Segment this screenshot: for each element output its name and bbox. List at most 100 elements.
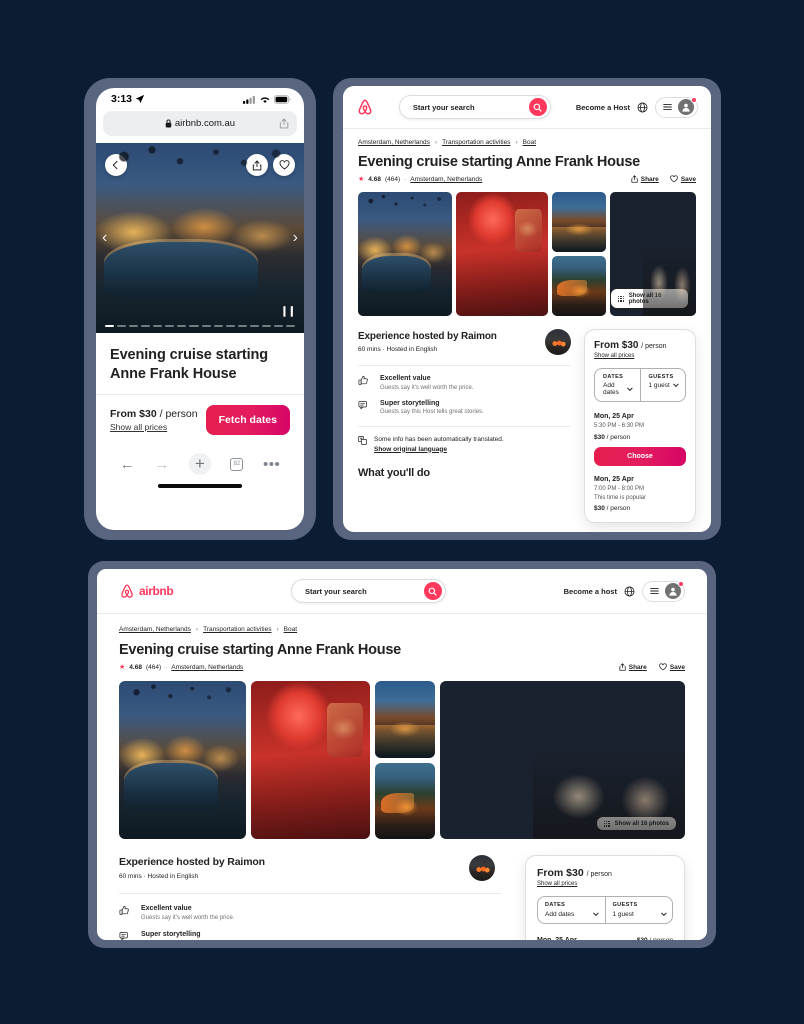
share-icon [619, 663, 626, 671]
guests-field[interactable]: GUESTS 1 guest [639, 369, 686, 401]
cellular-signal-icon [243, 95, 255, 104]
desktop-booking-card: From $30 / person Show all prices DATES … [525, 855, 685, 940]
show-all-photos-button[interactable]: Show all 16 photos [595, 816, 677, 831]
breadcrumb-item-0[interactable]: Amsterdam, Netherlands [358, 139, 430, 146]
heart-icon [279, 160, 289, 170]
search-icon[interactable] [423, 582, 442, 600]
breadcrumb-separator: › [195, 626, 199, 633]
host-heading: Experience hosted by Raimon [358, 331, 497, 342]
guests-field[interactable]: GUESTS 1 guest [604, 897, 673, 923]
choose-button[interactable]: Choose [594, 447, 686, 466]
hamburger-menu-icon [650, 587, 659, 595]
desktop-search-bar[interactable]: Start your search [290, 579, 446, 603]
grid-icon [603, 820, 610, 827]
desktop-logo[interactable]: airbnb [119, 583, 174, 600]
desktop-share-button[interactable]: Share [619, 663, 647, 671]
tablet-become-host-link[interactable]: Become a Host [576, 103, 630, 112]
carousel-prev-icon[interactable]: ‹ [102, 229, 107, 247]
tablet-search-placeholder: Start your search [412, 102, 475, 112]
phone-url-text: airbnb.com.au [174, 118, 236, 129]
search-icon[interactable] [528, 98, 547, 116]
plus-icon[interactable]: + [188, 453, 211, 476]
phone-back-button[interactable] [105, 154, 127, 176]
airbnb-logo-icon[interactable] [356, 98, 374, 117]
thumbs-up-icon [358, 375, 368, 385]
phone-price-cta-bar: From $30 / person Show all prices Fetch … [96, 395, 304, 445]
breadcrumb-item-1[interactable]: Transportation activities [203, 626, 271, 633]
rating-value: 4.68 [129, 663, 142, 671]
breadcrumb-separator: › [276, 626, 279, 633]
gallery-photo-5[interactable]: Show all 16 photos [440, 681, 685, 839]
show-all-prices-link[interactable]: Show all prices [594, 353, 686, 359]
forward-arrow-icon[interactable]: → [154, 456, 169, 473]
carousel-next-icon[interactable]: › [293, 229, 298, 247]
back-arrow-icon[interactable]: ← [120, 456, 135, 473]
host-avatar-icon[interactable] [469, 855, 495, 881]
highlight-title: Super storytelling [141, 931, 201, 938]
dates-field[interactable]: DATES Add dates [595, 369, 640, 401]
notification-dot [691, 96, 697, 103]
slot-price-unit: / person [606, 434, 631, 441]
location-arrow-icon [135, 94, 145, 104]
rating-location[interactable]: Amsterdam, Netherlands [410, 176, 482, 183]
desktop-screen: airbnb Start your search Become a host A… [97, 569, 707, 940]
desktop-save-button[interactable]: Save [659, 663, 685, 671]
rating-location[interactable]: Amsterdam, Netherlands [171, 664, 243, 671]
desktop-breadcrumb: Amsterdam, Netherlands › Transportation … [119, 626, 685, 633]
fetch-dates-button[interactable]: Fetch dates [205, 405, 290, 436]
gallery-photo-2[interactable] [456, 192, 548, 316]
gallery-photo-4[interactable] [375, 762, 435, 839]
globe-icon[interactable] [624, 586, 635, 597]
phone-share-button[interactable] [246, 154, 268, 176]
breadcrumb-item-0[interactable]: Amsterdam, Netherlands [119, 626, 191, 633]
chevron-down-icon [592, 910, 600, 917]
desktop-become-host-link[interactable]: Become a host [564, 587, 617, 596]
globe-icon[interactable] [637, 102, 648, 113]
booking-price-unit: / person [641, 343, 667, 350]
breadcrumb-item-2[interactable]: Boat [523, 139, 536, 146]
show-all-photos-button[interactable]: Show all 16 photos [610, 288, 689, 309]
thumbs-up-icon [119, 905, 129, 915]
phone-address-bar[interactable]: airbnb.com.au [103, 111, 297, 136]
translate-icon [358, 436, 367, 445]
desktop-profile-menu[interactable] [641, 580, 685, 602]
phone-price-block: From $30 / person Show all prices [110, 408, 198, 432]
show-all-prices-link[interactable]: Show all prices [537, 881, 673, 887]
tablet-profile-menu[interactable] [655, 96, 698, 118]
tablet-section-heading: What you'll do [358, 466, 430, 479]
guests-value: 1 guest [612, 910, 634, 918]
breadcrumb-item-2[interactable]: Boat [284, 626, 297, 633]
breadcrumb-item-1[interactable]: Transportation activities [442, 139, 510, 146]
gallery-photo-4[interactable] [552, 256, 606, 316]
gallery-photo-1[interactable] [119, 681, 246, 839]
phone-home-indicator [158, 484, 242, 489]
pause-icon[interactable]: ❙❙ [280, 306, 296, 317]
slot-time: 5:30 PM - 6:30 PM [594, 423, 645, 429]
more-options-icon[interactable]: ••• [263, 456, 280, 473]
phone-show-all-prices-link[interactable]: Show all prices [110, 422, 198, 432]
show-all-photos-label: Show all 16 photos [614, 820, 669, 827]
highlight-title: Excellent value [141, 905, 192, 912]
booking-price-amount: $30 [566, 867, 584, 879]
show-original-language-link[interactable]: Show original language [374, 446, 504, 453]
gallery-photo-1[interactable] [358, 192, 452, 316]
gallery-photo-2[interactable] [251, 681, 370, 839]
host-avatar-icon[interactable] [545, 329, 571, 355]
highlight-subtitle: Guests say it's well worth the price. [380, 384, 474, 391]
tablet-save-button[interactable]: Save [670, 175, 696, 183]
rating-reviews: (464) [145, 663, 162, 671]
tabs-icon[interactable]: 82 [230, 457, 244, 471]
highlight-subtitle: Guests say it's well worth the price. [141, 915, 235, 921]
tablet-share-button[interactable]: Share [631, 175, 659, 183]
dates-field[interactable]: DATES Add dates [538, 897, 605, 923]
tablet-search-bar[interactable]: Start your search [398, 95, 551, 119]
gallery-photo-5[interactable]: Show all 16 photos [610, 192, 696, 316]
slot-price-unit: / person [649, 936, 674, 941]
gallery-photo-3[interactable] [552, 192, 606, 252]
gallery-photo-3[interactable] [375, 681, 435, 758]
heart-icon [670, 175, 678, 183]
phone-save-button[interactable] [273, 154, 295, 176]
breadcrumb-separator: › [434, 139, 438, 146]
phone-hero-image[interactable]: ‹ › ❙❙ [96, 143, 304, 333]
share-icon[interactable] [279, 118, 289, 129]
